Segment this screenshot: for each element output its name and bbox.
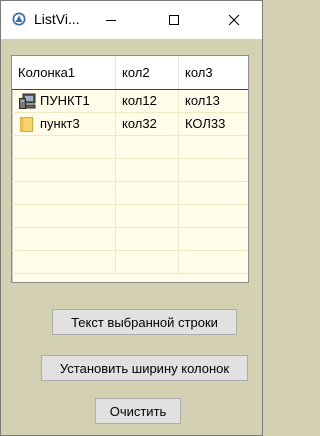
close-icon <box>228 14 240 26</box>
computer-icon <box>19 93 36 109</box>
column-header-2[interactable]: кол2 <box>116 56 179 89</box>
folder-icon <box>20 117 33 132</box>
empty-cell <box>179 205 248 227</box>
empty-row <box>12 205 248 228</box>
row-cell-2: кол12 <box>116 90 179 112</box>
row-cell-2: кол32 <box>116 113 179 135</box>
empty-row <box>12 136 248 159</box>
empty-cell <box>116 182 179 204</box>
title-bar[interactable]: ListVi... <box>1 1 262 39</box>
app-icon <box>12 12 26 26</box>
row-cell-3: КОЛ33 <box>185 116 226 131</box>
empty-cell <box>12 205 116 227</box>
empty-cell <box>116 205 179 227</box>
selected-row-text-button[interactable]: Текст выбранной строки <box>52 309 237 335</box>
close-button[interactable] <box>211 1 257 39</box>
empty-cell <box>12 136 116 158</box>
empty-row <box>12 159 248 182</box>
empty-cell <box>179 159 248 181</box>
empty-cell <box>116 228 179 250</box>
empty-row <box>12 251 248 274</box>
clear-button[interactable]: Очистить <box>95 398 181 424</box>
row-cell-3: кол13 <box>185 93 220 108</box>
empty-row <box>12 182 248 205</box>
empty-cell <box>179 136 248 158</box>
row-label: ПУНКТ1 <box>40 93 90 108</box>
empty-cell <box>12 182 116 204</box>
list-row[interactable]: ПУНКТ1 кол12 кол13 <box>12 90 248 113</box>
empty-cell <box>179 251 248 273</box>
set-column-width-button[interactable]: Установить ширину колонок <box>41 355 248 381</box>
empty-cell <box>12 251 116 273</box>
empty-cell <box>12 228 116 250</box>
empty-cell <box>179 182 248 204</box>
app-window: ListVi... Колонка1 кол2 кол3 ПУНКТ1 кол1… <box>0 0 263 436</box>
column-header-1[interactable]: Колонка1 <box>12 56 116 89</box>
row-cell-1: пункт3 <box>12 113 116 135</box>
list-row[interactable]: пункт3 кол32 КОЛ33 <box>12 113 248 136</box>
empty-row <box>12 228 248 251</box>
list-view[interactable]: Колонка1 кол2 кол3 ПУНКТ1 кол12 кол13 пу… <box>11 55 249 283</box>
minimize-button[interactable] <box>88 1 134 39</box>
empty-cell <box>116 251 179 273</box>
list-header: Колонка1 кол2 кол3 <box>12 56 248 90</box>
row-cell-1: ПУНКТ1 <box>12 90 116 112</box>
maximize-button[interactable] <box>151 1 197 39</box>
minimize-icon <box>106 20 116 21</box>
row-label: пункт3 <box>40 116 80 131</box>
empty-cell <box>116 136 179 158</box>
maximize-icon <box>169 15 179 25</box>
empty-cell <box>12 159 116 181</box>
empty-cell <box>179 228 248 250</box>
column-header-3[interactable]: кол3 <box>179 56 248 89</box>
window-title: ListVi... <box>34 11 80 27</box>
empty-cell <box>116 159 179 181</box>
